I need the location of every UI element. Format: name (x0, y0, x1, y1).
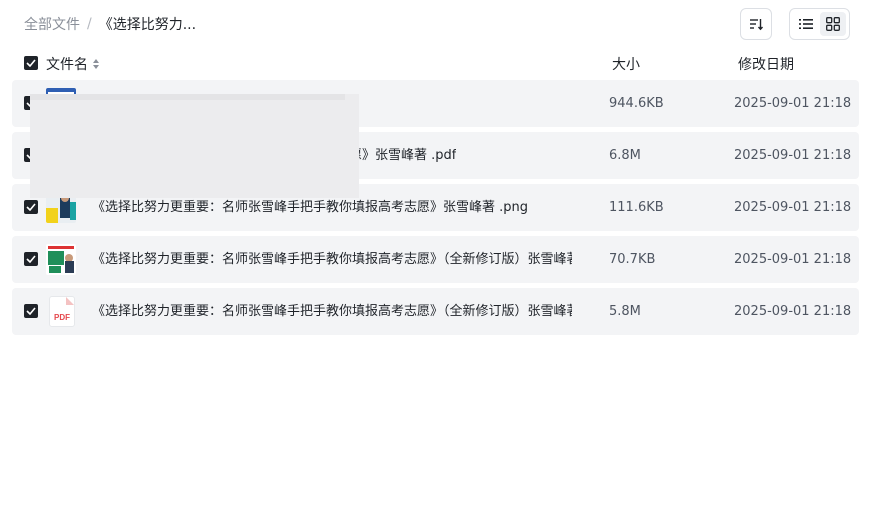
sort-caret-icon (93, 59, 99, 69)
breadcrumb: 全部文件 / 《选择比努力... (24, 14, 196, 34)
check-icon (26, 203, 36, 211)
file-date: 2025-09-01 21:18 (734, 200, 852, 215)
row-checkbox[interactable] (24, 252, 38, 266)
column-header-date: 修改日期 (738, 57, 794, 73)
file-date: 2025-09-01 21:18 (734, 304, 852, 319)
file-size: 111.6KB (609, 200, 664, 215)
file-date: 2025-09-01 21:18 (734, 252, 852, 267)
sort-desc-icon (750, 19, 763, 31)
check-icon (26, 255, 36, 263)
breadcrumb-current-folder: 《选择比努力... (98, 17, 197, 33)
file-size: 944.6KB (609, 96, 664, 111)
row-checkbox[interactable] (24, 304, 38, 318)
pdf-file-icon: PDF (49, 296, 75, 327)
list-view-icon (799, 19, 813, 29)
check-icon (26, 307, 36, 315)
table-row[interactable]: 《选择比努力更重要：名师张雪峰手把手教你填报高考志愿》（全新修订版）张雪峰著 .… (12, 236, 859, 283)
redaction-overlay (30, 94, 359, 198)
file-date: 2025-09-01 21:18 (734, 96, 852, 111)
file-size: 6.8M (609, 148, 641, 163)
table-header: 文件名 大小 修改日期 (24, 52, 858, 76)
breadcrumb-separator: / (87, 16, 92, 32)
file-name[interactable]: 《选择比努力更重要：名师张雪峰手把手教你填报高考志愿》（全新修订版）张雪峰著 .… (92, 288, 572, 335)
file-name[interactable]: 《选择比努力更重要：名师张雪峰手把手教你填报高考志愿》（全新修订版）张雪峰著 .… (92, 236, 572, 283)
pdf-label: PDF (54, 313, 70, 322)
file-size: 70.7KB (609, 252, 656, 267)
grid-view-icon (826, 17, 840, 31)
row-checkbox[interactable] (24, 200, 38, 214)
breadcrumb-root-link[interactable]: 全部文件 (24, 14, 80, 34)
column-header-name-label: 文件名 (46, 57, 88, 73)
view-toggle (789, 8, 850, 40)
sort-button[interactable] (740, 8, 772, 40)
list-view-button[interactable] (793, 12, 819, 36)
column-header-name[interactable]: 文件名 (46, 52, 99, 76)
select-all-checkbox[interactable] (24, 56, 38, 70)
file-size: 5.8M (609, 304, 641, 319)
table-row[interactable]: PDF 《选择比努力更重要：名师张雪峰手把手教你填报高考志愿》（全新修订版）张雪… (12, 288, 859, 335)
image-thumbnail-icon (46, 244, 76, 275)
redaction-overlay-edge (30, 94, 345, 100)
column-header-size: 大小 (612, 57, 640, 73)
check-icon (26, 59, 36, 67)
grid-view-button[interactable] (820, 12, 846, 36)
file-date: 2025-09-01 21:18 (734, 148, 852, 163)
